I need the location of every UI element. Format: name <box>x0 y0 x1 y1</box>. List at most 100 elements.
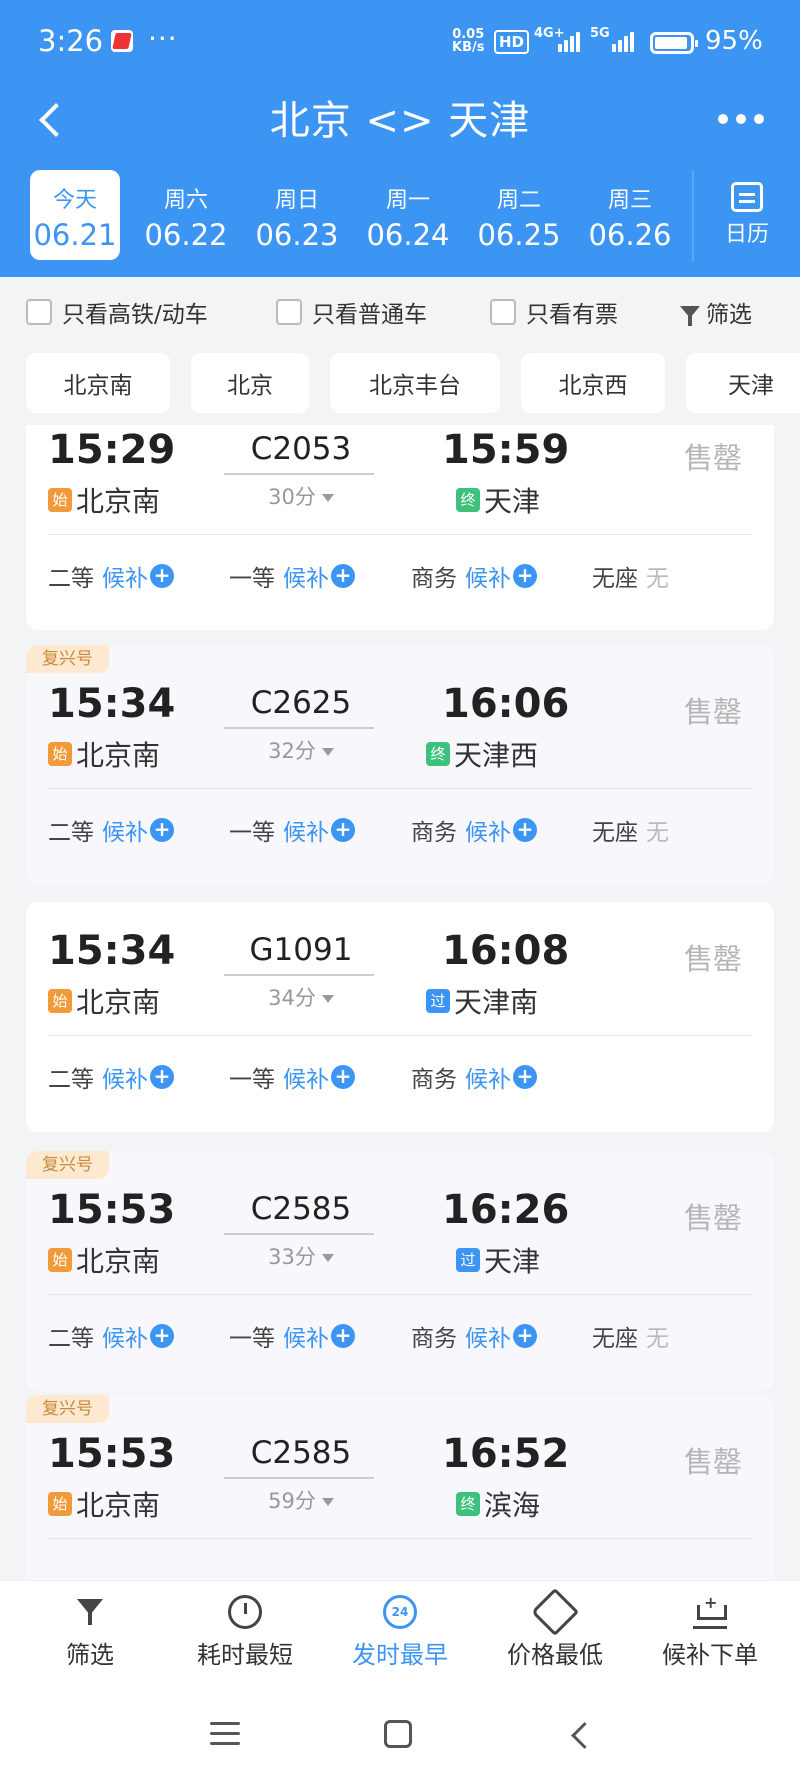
start-tag: 始 <box>48 1248 72 1272</box>
train-card[interactable]: 15:34 G1091 34分 16:08 售罄 始北京南 过天津南 二等 候补 +… <box>26 902 774 1132</box>
duration[interactable]: 30分 <box>226 481 376 511</box>
start-tag: 始 <box>48 488 72 512</box>
train-card[interactable]: 复兴号 15:53 C2585 59分 16:52 售罄 始北京南 终滨海 <box>26 1395 774 1580</box>
calendar-icon <box>731 182 763 212</box>
seat-first-class[interactable]: 一等 候补 + <box>229 813 355 847</box>
seat-first-class[interactable]: 一等 候补 + <box>229 1319 355 1353</box>
date-tab-today[interactable]: 今天 06.21 <box>30 170 120 260</box>
arrival-station: 过天津 <box>456 1240 540 1280</box>
start-tag: 始 <box>48 1492 72 1516</box>
departure-station: 始北京南 <box>48 734 160 774</box>
tab-shortest-duration[interactable]: 耗时最短 <box>180 1595 310 1670</box>
train-card[interactable]: 复兴号 15:34 C2625 32分 16:06 售罄 始北京南 终天津西 二… <box>26 645 774 885</box>
battery-percent: 95% <box>705 26 763 56</box>
24h-icon: 24 <box>383 1595 417 1629</box>
calendar-button[interactable]: 日历 <box>692 170 800 262</box>
more-notifications-icon: ··· <box>148 22 178 55</box>
status-bar: 3:26 ··· 0.05 KB/s HD 4G+ 5G 95% <box>0 0 800 84</box>
tab-earliest-departure[interactable]: 24 发时最早 <box>335 1595 465 1670</box>
status-time: 3:26 <box>38 24 104 58</box>
arrival-time: 16:52 <box>442 1431 570 1477</box>
back-button[interactable] <box>30 94 80 144</box>
plus-icon: + <box>513 818 537 842</box>
departure-station: 始北京南 <box>48 1484 160 1524</box>
seat-first-class[interactable]: 一等 候补 + <box>229 559 355 593</box>
seat-second-class[interactable]: 二等 候补 + <box>48 1060 174 1094</box>
tab-waitlist-order[interactable]: 候补下单 <box>645 1593 775 1670</box>
plus-icon: + <box>150 818 174 842</box>
departure-time: 15:53 <box>48 1431 176 1477</box>
departure-time: 15:29 <box>48 427 176 473</box>
network-5g-label: 5G <box>590 26 610 41</box>
station-chip[interactable]: 天津 <box>686 353 800 413</box>
pass-tag: 过 <box>456 1248 480 1272</box>
seat-business[interactable]: 商务 候补 + <box>411 813 537 847</box>
plus-icon: + <box>150 1324 174 1348</box>
station-chip[interactable]: 北京南 <box>26 353 170 413</box>
duration[interactable]: 34分 <box>226 982 376 1012</box>
date-tab[interactable]: 周一 06.24 <box>363 170 453 260</box>
system-back-button[interactable] <box>565 1718 595 1752</box>
seat-business[interactable]: 商务 候补 + <box>411 1319 537 1353</box>
plus-icon: + <box>513 1324 537 1348</box>
header-bar: 3:26 ··· 0.05 KB/s HD 4G+ 5G 95% 北京 <> 天… <box>0 0 800 277</box>
seat-no-seat: 无座无 <box>592 566 669 592</box>
date-tab[interactable]: 周六 06.22 <box>141 170 231 260</box>
duration[interactable]: 33分 <box>226 1241 376 1271</box>
train-number: C2053 <box>250 431 352 467</box>
date-tab[interactable]: 周二 06.25 <box>474 170 564 260</box>
high-speed-only-checkbox[interactable]: 只看高铁/动车 <box>26 295 208 329</box>
end-tag: 终 <box>426 742 450 766</box>
seat-second-class[interactable]: 二等 候补 + <box>48 813 174 847</box>
train-card[interactable]: 复兴号 15:53 C2585 33分 16:26 售罄 始北京南 过天津 二等… <box>26 1151 774 1391</box>
tab-filter[interactable]: 筛选 <box>40 1595 140 1670</box>
more-menu-button[interactable] <box>718 104 788 134</box>
plus-icon: + <box>331 1324 355 1348</box>
duration[interactable]: 32分 <box>226 735 376 765</box>
train-number: C2585 <box>250 1435 352 1471</box>
price-tag-icon <box>530 1587 580 1637</box>
chevron-down-icon <box>321 1498 334 1506</box>
departure-station: 始北京南 <box>48 981 160 1021</box>
train-number: C2585 <box>250 1191 352 1227</box>
arrival-station: 过天津南 <box>426 981 538 1021</box>
tab-lowest-price[interactable]: 价格最低 <box>490 1587 620 1670</box>
train-card[interactable]: 15:29 C2053 30分 15:59 售罄 始北京南 终天津 二等 候补 + … <box>26 425 774 630</box>
station-chip[interactable]: 北京丰台 <box>330 353 500 413</box>
net-speed: 0.05 KB/s <box>452 27 485 55</box>
duration[interactable]: 59分 <box>226 1485 376 1515</box>
station-chip[interactable]: 北京 <box>191 353 309 413</box>
funnel-icon <box>73 1595 107 1629</box>
status-text: 售罄 <box>684 942 743 976</box>
arrival-station: 终滨海 <box>456 1484 540 1524</box>
seat-first-class[interactable]: 一等 候补 + <box>229 1060 355 1094</box>
filter-button[interactable]: 筛选 <box>680 295 752 329</box>
filter-bar: 只看高铁/动车 只看普通车 只看有票 筛选 <box>0 277 800 347</box>
plus-icon: + <box>150 1065 174 1089</box>
seat-business[interactable]: 商务 候补 + <box>411 1060 537 1094</box>
chevron-down-icon <box>321 995 334 1003</box>
departure-station: 始北京南 <box>48 1240 160 1280</box>
plus-icon: + <box>513 1065 537 1089</box>
fuxing-badge: 复兴号 <box>26 1395 109 1423</box>
seat-second-class[interactable]: 二等 候补 + <box>48 1319 174 1353</box>
arrival-station: 终天津西 <box>426 734 538 774</box>
seat-business[interactable]: 商务 候补 + <box>411 559 537 593</box>
normal-train-only-checkbox[interactable]: 只看普通车 <box>276 295 427 329</box>
station-chip[interactable]: 北京西 <box>521 353 665 413</box>
date-tab[interactable]: 周三 06.26 <box>585 170 675 260</box>
seat-no-seat: 无座无 <box>592 820 669 846</box>
status-text: 售罄 <box>684 695 743 729</box>
arrival-time: 16:26 <box>442 1187 570 1233</box>
recent-apps-button[interactable] <box>210 1722 240 1748</box>
status-text: 售罄 <box>684 1445 743 1479</box>
seat-second-class[interactable]: 二等 候补 + <box>48 559 174 593</box>
date-tab[interactable]: 周日 06.23 <box>252 170 342 260</box>
departure-time: 15:53 <box>48 1187 176 1233</box>
signal-icon <box>558 30 580 52</box>
home-button[interactable] <box>384 1720 412 1748</box>
page-title: 北京 <> 天津 <box>269 98 531 144</box>
plus-icon: + <box>150 564 174 588</box>
available-only-checkbox[interactable]: 只看有票 <box>490 295 618 329</box>
signal-icon <box>612 30 634 52</box>
